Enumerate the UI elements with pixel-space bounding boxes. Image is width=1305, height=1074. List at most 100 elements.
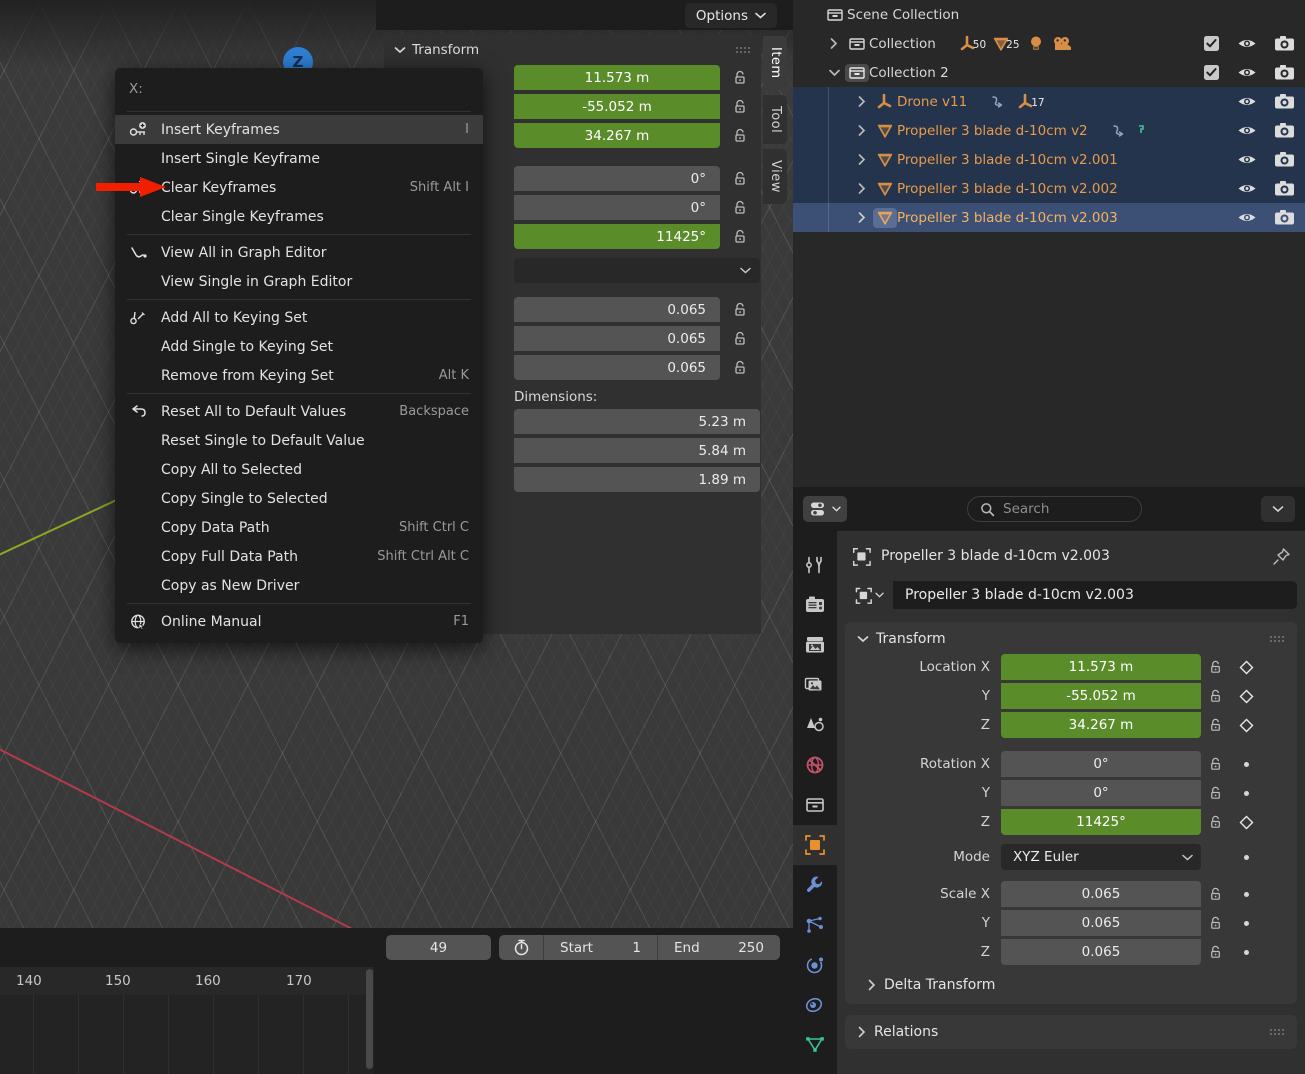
camera-render-icon[interactable]: [1274, 209, 1295, 226]
rotation-z-field[interactable]: 11425°: [1001, 809, 1201, 835]
camera-render-icon[interactable]: [1274, 151, 1295, 168]
camera-render-icon[interactable]: [1274, 122, 1295, 139]
outliner-row-scene-collection[interactable]: Scene Collection: [793, 0, 1305, 29]
lock-icon[interactable]: [1201, 688, 1231, 704]
panel-drag-grip[interactable]: [1269, 634, 1285, 644]
outliner-row-collection-2[interactable]: Collection 2: [793, 58, 1305, 87]
menu-item-view-all-in-graph-editor[interactable]: View All in Graph Editor: [115, 238, 483, 267]
scale-x-field[interactable]: 0.065: [1001, 881, 1201, 907]
properties-tab-physics[interactable]: [793, 945, 837, 985]
outliner-editor[interactable]: Scene Collection Collection 50 25 Collec…: [793, 0, 1305, 487]
properties-rotation-y-row[interactable]: Y 0°: [845, 779, 1297, 807]
eye-icon[interactable]: [1237, 94, 1257, 109]
timeline-editor[interactable]: 49 Start 1 End 250 140 150 160 170: [0, 929, 793, 1074]
checkbox-exclude[interactable]: [1203, 64, 1220, 81]
npanel-dimension-y-field[interactable]: 5.84 m: [514, 438, 760, 463]
lock-icon[interactable]: [1201, 915, 1231, 931]
properties-tab-view-layer[interactable]: [793, 665, 837, 705]
npanel-rotation-z-field[interactable]: 11425°: [514, 224, 720, 249]
lock-icon[interactable]: [720, 98, 760, 115]
properties-tab-collection[interactable]: [793, 785, 837, 825]
scale-z-field[interactable]: 0.065: [1001, 939, 1201, 965]
eye-icon[interactable]: [1237, 210, 1257, 225]
keyframe-diamond-icon[interactable]: [1231, 660, 1261, 675]
lock-icon[interactable]: [1201, 756, 1231, 772]
chevron-right-icon[interactable]: [851, 182, 873, 195]
relations-panel-header[interactable]: Relations: [845, 1015, 1297, 1049]
outliner-row-drone-v11[interactable]: Drone v11 17: [793, 87, 1305, 116]
keyframe-dot-icon[interactable]: [1231, 854, 1261, 860]
properties-tab-tool[interactable]: [793, 545, 837, 585]
keyframe-diamond-icon[interactable]: [1231, 718, 1261, 733]
lock-icon[interactable]: [1201, 659, 1231, 675]
properties-tab-world[interactable]: [793, 745, 837, 785]
eye-icon[interactable]: [1237, 152, 1257, 167]
checkbox-exclude[interactable]: [1203, 35, 1220, 52]
lock-icon[interactable]: [1201, 717, 1231, 733]
scale-y-field[interactable]: 0.065: [1001, 910, 1201, 936]
id-type-icon[interactable]: [845, 581, 893, 609]
npanel-location-y-field[interactable]: -55.052 m: [514, 94, 720, 119]
search-input[interactable]: Search: [967, 496, 1142, 522]
current-frame-field[interactable]: 49: [386, 935, 491, 960]
delta-transform-subpanel[interactable]: Delta Transform: [845, 967, 1297, 995]
menu-item-copy-all-to-selected[interactable]: Copy All to Selected: [115, 455, 483, 484]
sidebar-tab-view[interactable]: View: [763, 148, 787, 204]
editor-type-button[interactable]: [803, 496, 847, 522]
camera-render-icon[interactable]: [1274, 180, 1295, 197]
location-x-field[interactable]: 11.573 m: [1001, 654, 1201, 680]
properties-tab-scene[interactable]: [793, 705, 837, 745]
lock-icon[interactable]: [720, 199, 760, 216]
timeline-channels-area[interactable]: [0, 995, 374, 1074]
keyframe-dot-icon[interactable]: [1231, 761, 1261, 767]
menu-item-insert-keyframes[interactable]: Insert Keyframes I: [115, 115, 483, 144]
pin-icon[interactable]: [1272, 547, 1291, 566]
camera-render-icon[interactable]: [1274, 35, 1295, 52]
object-id-block[interactable]: Propeller 3 blade d-10cm v2.003: [845, 581, 1297, 609]
lock-icon[interactable]: [720, 359, 760, 376]
npanel-dimension-x-field[interactable]: 5.23 m: [514, 409, 760, 434]
menu-item-clear-keyframes[interactable]: Clear Keyframes Shift Alt I: [115, 173, 483, 202]
keyframe-diamond-icon[interactable]: [1231, 815, 1261, 830]
npanel-transform-header[interactable]: Transform: [384, 34, 761, 64]
camera-render-icon[interactable]: [1274, 64, 1295, 81]
npanel-rotation-mode-select[interactable]: [514, 258, 760, 283]
chevron-right-icon[interactable]: [851, 211, 873, 224]
menu-item-insert-single-keyframe[interactable]: Insert Single Keyframe: [115, 144, 483, 173]
timeline-vertical-scrollbar[interactable]: [366, 969, 373, 1069]
use-preview-range-icon[interactable]: [499, 935, 543, 960]
lock-icon[interactable]: [720, 330, 760, 347]
menu-item-copy-data-path[interactable]: Copy Data Path Shift Ctrl C: [115, 513, 483, 542]
breadcrumb[interactable]: Propeller 3 blade d-10cm v2.003: [845, 541, 1297, 571]
menu-item-copy-as-new-driver[interactable]: Copy as New Driver: [115, 571, 483, 600]
lock-icon[interactable]: [1201, 785, 1231, 801]
npanel-location-x-field[interactable]: 11.573 m: [514, 65, 720, 90]
rotation-y-field[interactable]: 0°: [1001, 780, 1201, 806]
npanel-dimension-z-field[interactable]: 1.89 m: [514, 467, 760, 492]
properties-tab-modifiers[interactable]: [793, 865, 837, 905]
transform-panel-header[interactable]: Transform: [845, 622, 1297, 653]
lock-icon[interactable]: [720, 69, 760, 86]
menu-item-view-single-in-graph-editor[interactable]: View Single in Graph Editor: [115, 267, 483, 296]
properties-scale-y-row[interactable]: Y 0.065: [845, 909, 1297, 937]
keyframe-dot-icon[interactable]: [1231, 920, 1261, 926]
sidebar-tab-tool[interactable]: Tool: [763, 94, 787, 144]
keyframe-dot-icon[interactable]: [1231, 949, 1261, 955]
chevron-right-icon[interactable]: [823, 37, 845, 50]
properties-tab-object[interactable]: [793, 825, 837, 865]
outliner-row-propeller-v2-002[interactable]: Propeller 3 blade d-10cm v2.002: [793, 174, 1305, 203]
menu-item-clear-single-keyframes[interactable]: Clear Single Keyframes: [115, 202, 483, 231]
end-frame-field[interactable]: End 250: [658, 935, 780, 960]
camera-render-icon[interactable]: [1274, 93, 1295, 110]
properties-tab-constraints[interactable]: [793, 985, 837, 1025]
lock-icon[interactable]: [1201, 886, 1231, 902]
lock-icon[interactable]: [720, 127, 760, 144]
outliner-row-propeller-v2[interactable]: Propeller 3 blade d-10cm v2: [793, 116, 1305, 145]
npanel-rotation-x-field[interactable]: 0°: [514, 166, 720, 191]
outliner-row-propeller-v2-003[interactable]: Propeller 3 blade d-10cm v2.003: [793, 203, 1305, 232]
properties-rotation-x-row[interactable]: Rotation X 0°: [845, 750, 1297, 778]
properties-scale-z-row[interactable]: Z 0.065: [845, 938, 1297, 966]
properties-location-z-row[interactable]: Z 34.267 m: [845, 711, 1297, 739]
properties-tab-render[interactable]: [793, 585, 837, 625]
npanel-scale-z-field[interactable]: 0.065: [514, 355, 720, 380]
